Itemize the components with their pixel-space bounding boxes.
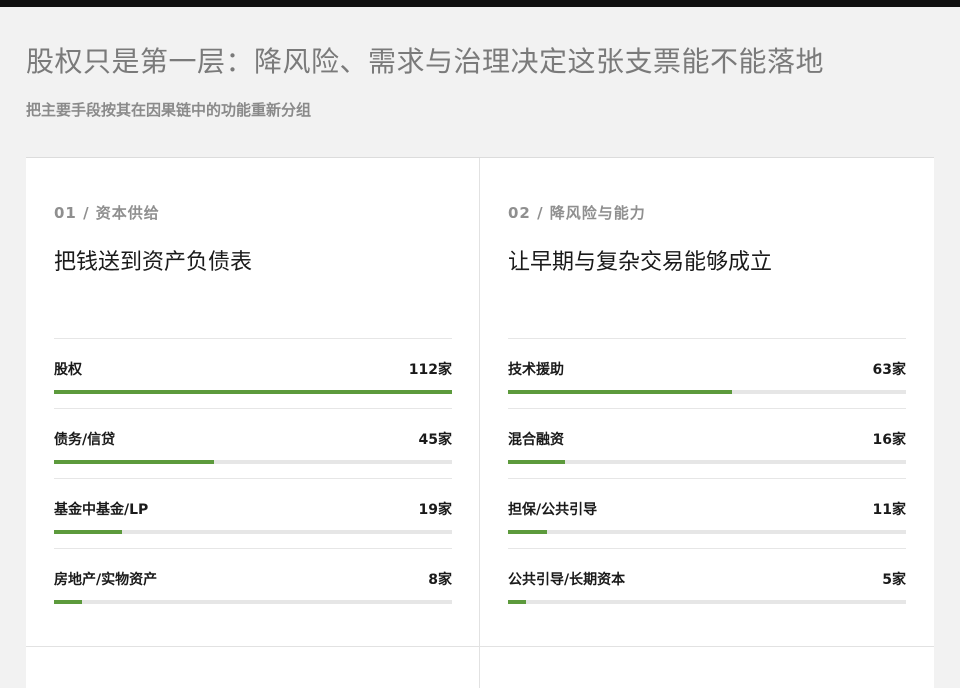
bar-label: 担保/公共引导	[508, 502, 598, 518]
bar-row: 债务/信贷 45家	[54, 408, 452, 478]
card-derisking-capability: 02 / 降风险与能力 让早期与复杂交易能够成立 技术援助 63家混合融资 16家担…	[480, 158, 933, 646]
bar-list: 股权 112家债务/信贷 45家基金中基金/LP 19家房地产/实物资产 8家	[54, 338, 452, 618]
bar-fill	[508, 390, 732, 394]
bar-row: 房地产/实物资产 8家	[54, 548, 452, 618]
bar-track	[508, 390, 906, 394]
bar-fill	[54, 530, 122, 534]
bar-value: 5家	[882, 572, 906, 588]
bar-value: 63家	[872, 362, 906, 378]
card-eyebrow: 01 / 资本供给	[54, 204, 160, 222]
bar-label: 债务/信贷	[54, 432, 116, 448]
bar-track	[508, 600, 906, 604]
bar-row: 基金中基金/LP 19家	[54, 478, 452, 548]
bar-fill	[508, 460, 565, 464]
bar-row: 公共引导/长期资本 5家	[508, 548, 906, 618]
card-eyebrow: 02 / 降风险与能力	[508, 204, 646, 222]
bar-fill	[54, 460, 214, 464]
horizontal-divider	[26, 646, 934, 647]
bar-value: 112家	[408, 362, 452, 378]
card-title: 让早期与复杂交易能够成立	[508, 250, 773, 275]
bar-track	[54, 460, 452, 464]
bar-label: 公共引导/长期资本	[508, 572, 626, 588]
bar-list: 技术援助 63家混合融资 16家担保/公共引导 11家公共引导/长期资本 5家	[508, 338, 906, 618]
bar-track	[54, 530, 452, 534]
bar-value: 45家	[418, 432, 452, 448]
bar-row: 担保/公共引导 11家	[508, 478, 906, 548]
bar-label: 股权	[54, 362, 82, 378]
card-grid: 01 / 资本供给 把钱送到资产负债表 股权 112家债务/信贷 45家基金中基金/…	[26, 157, 934, 688]
bar-row: 股权 112家	[54, 338, 452, 408]
bar-label: 房地产/实物资产	[54, 572, 158, 588]
bar-fill	[508, 530, 548, 534]
bar-label: 混合融资	[508, 432, 564, 448]
bar-value: 16家	[872, 432, 906, 448]
bar-fill	[508, 600, 526, 604]
bar-track	[54, 600, 452, 604]
bar-value: 8家	[428, 572, 452, 588]
card-capital-supply: 01 / 资本供给 把钱送到资产负债表 股权 112家债务/信贷 45家基金中基金/…	[26, 158, 479, 646]
card-title: 把钱送到资产负债表	[54, 250, 253, 275]
page-subtitle: 把主要手段按其在因果链中的功能重新分组	[26, 101, 312, 119]
bar-row: 技术援助 63家	[508, 338, 906, 408]
bar-row: 混合融资 16家	[508, 408, 906, 478]
bar-value: 19家	[418, 502, 452, 518]
top-accent-bar	[0, 0, 960, 7]
bar-value: 11家	[872, 502, 906, 518]
bar-fill	[54, 600, 83, 604]
bar-track	[54, 390, 452, 394]
bar-fill	[54, 390, 452, 394]
bar-track	[508, 460, 906, 464]
page-title: 股权只是第一层：降风险、需求与治理决定这张支票能不能落地	[26, 45, 825, 78]
bar-label: 基金中基金/LP	[54, 502, 149, 518]
bar-track	[508, 530, 906, 534]
bar-label: 技术援助	[508, 362, 564, 378]
